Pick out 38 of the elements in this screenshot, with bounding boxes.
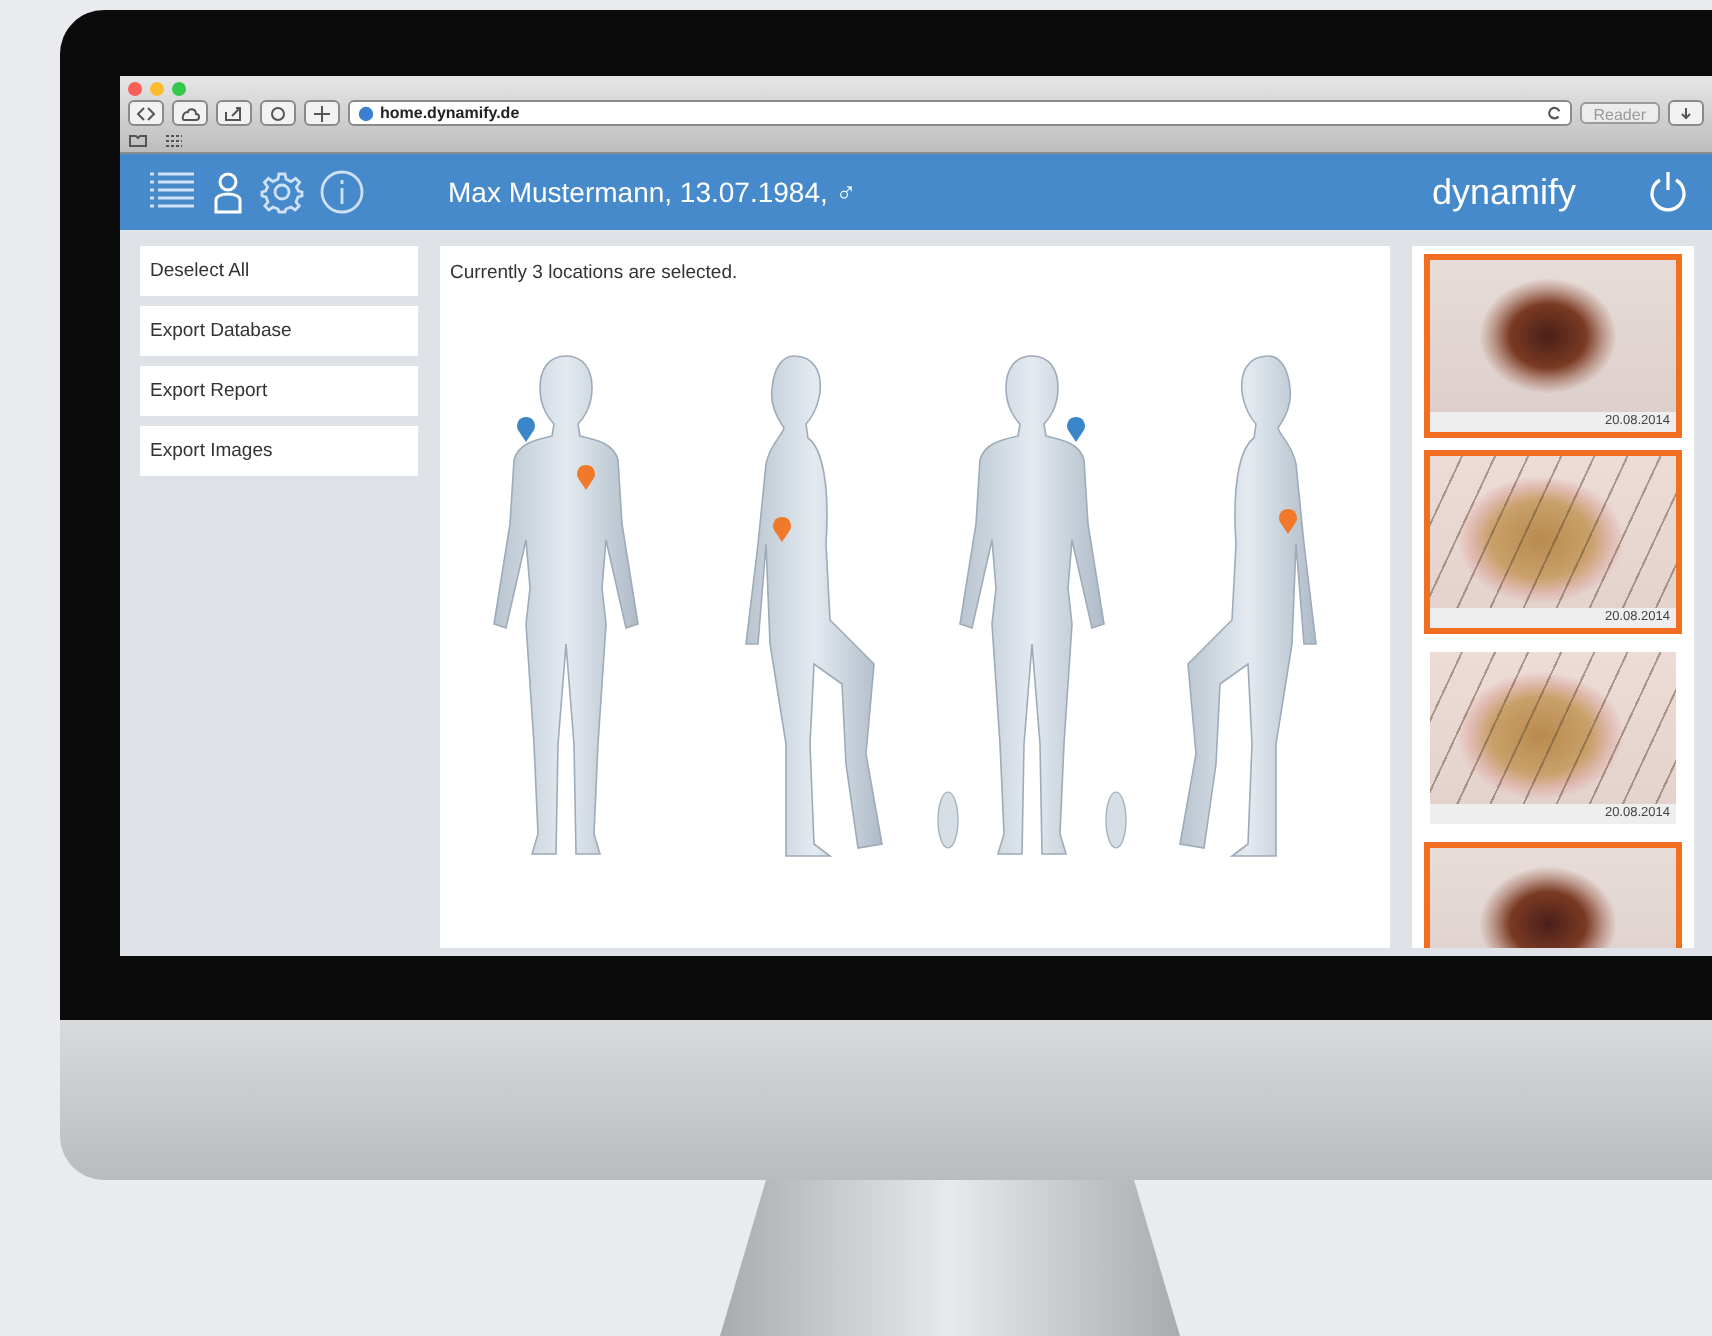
grid-icon[interactable] xyxy=(164,134,184,148)
location-pin[interactable] xyxy=(577,464,596,490)
location-pin[interactable] xyxy=(1066,416,1085,442)
location-pin[interactable] xyxy=(517,416,536,442)
plus-icon xyxy=(312,105,332,121)
book-icon[interactable] xyxy=(128,134,148,148)
body-figure-drawing[interactable] xyxy=(958,355,1105,855)
download-icon xyxy=(1676,105,1696,121)
settings-icon[interactable] xyxy=(260,170,304,214)
sidebar-button[interactable]: Deselect All xyxy=(140,246,418,296)
body-figure-drawing[interactable] xyxy=(1178,355,1317,857)
sidebar-button[interactable]: Export Database xyxy=(140,306,418,356)
new-tab-button[interactable] xyxy=(304,100,340,126)
body-figure-drawing[interactable] xyxy=(745,355,884,857)
share-button[interactable] xyxy=(216,100,252,126)
cloud-icon xyxy=(180,105,200,121)
downloads-button[interactable] xyxy=(1668,100,1704,126)
selection-status: Currently 3 locations are selected. xyxy=(450,262,740,284)
body-figure-drawing[interactable] xyxy=(493,355,640,855)
sidebar-button[interactable]: Export Report xyxy=(140,366,418,416)
cloud-button[interactable] xyxy=(172,100,208,126)
arrows-icon xyxy=(136,105,156,121)
list-icon[interactable] xyxy=(148,170,196,214)
address-field[interactable]: home.dynamify.de xyxy=(348,100,1572,126)
power-icon[interactable] xyxy=(1648,170,1688,214)
location-pin[interactable] xyxy=(773,516,792,542)
info-icon[interactable] xyxy=(320,170,364,214)
close-button[interactable] xyxy=(128,81,142,95)
privacy-button[interactable] xyxy=(260,100,296,126)
share-icon xyxy=(224,105,244,121)
brand-logo: dynamify xyxy=(1431,171,1576,213)
sidebar-button[interactable]: Export Images xyxy=(140,426,418,476)
reload-icon[interactable] xyxy=(1547,106,1562,120)
back-forward-button[interactable] xyxy=(128,100,164,126)
user-icon[interactable] xyxy=(212,170,244,214)
patient-title: Max Mustermann, 13.07.1984, ♂ xyxy=(448,176,859,208)
location-pin[interactable] xyxy=(1278,508,1297,534)
globe-icon xyxy=(358,105,374,121)
